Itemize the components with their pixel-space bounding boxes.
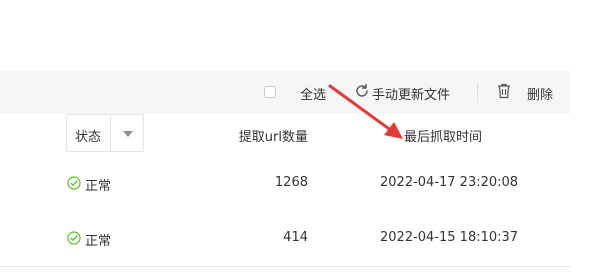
table-header: 状态 提取url数量 最后抓取时间 [0,114,570,157]
trash-icon[interactable] [497,83,511,99]
refresh-files-button[interactable]: 手动更新文件 [372,84,450,103]
column-header-last-fetch-time: 最后抓取时间 [404,130,483,145]
table-toolbar: 全选 手动更新文件 删除 [0,71,570,115]
url-count-cell: 414 [283,230,308,245]
last-fetch-time-cell: 2022-04-17 23:20:08 [380,175,519,190]
check-circle-icon [67,231,81,245]
toolbar-divider [477,83,478,103]
table-row: 正常 414 2022-04-15 18:10:37 [0,211,570,267]
url-count-cell: 1268 [274,175,308,190]
table-row: 正常 1268 2022-04-17 23:20:08 [0,156,570,212]
select-all-checkbox[interactable] [264,86,276,98]
select-all-label[interactable]: 全选 [300,84,326,103]
status-text: 正常 [85,179,112,194]
chevron-down-icon[interactable] [123,131,133,137]
refresh-icon[interactable] [354,83,370,99]
status-filter-dropdown[interactable]: 状态 [66,114,144,152]
column-header-url-count: 提取url数量 [238,130,308,145]
dropdown-divider [110,115,111,151]
check-circle-icon [67,176,81,190]
last-fetch-time-cell: 2022-04-15 18:10:37 [380,230,519,245]
status-filter-label: 状态 [75,130,102,145]
delete-button[interactable]: 删除 [527,84,553,103]
status-text: 正常 [85,234,112,249]
